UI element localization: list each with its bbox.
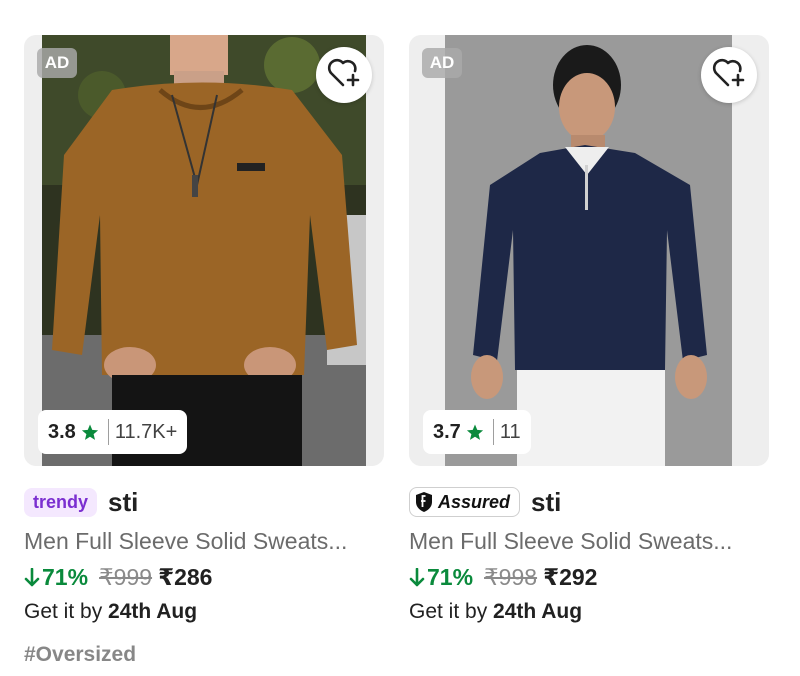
product-title[interactable]: Men Full Sleeve Solid Sweats... bbox=[409, 528, 769, 555]
star-icon bbox=[81, 423, 99, 441]
rating-badge: 3.8 11.7K+ bbox=[38, 410, 188, 454]
assured-label: Assured bbox=[438, 491, 511, 512]
original-price: ₹999 bbox=[99, 564, 153, 590]
star-icon bbox=[466, 423, 484, 441]
discount-percent: 71% bbox=[427, 564, 474, 590]
tag-row: trendy sti bbox=[24, 482, 138, 522]
delivery-info: Get it by 24th Aug bbox=[409, 600, 582, 624]
discount-percent: 71% bbox=[42, 564, 89, 590]
rating-count: 11.7K+ bbox=[114, 420, 178, 443]
down-arrow-icon bbox=[409, 567, 425, 588]
delivery-info: Get it by 24th Aug bbox=[24, 600, 197, 624]
product-title[interactable]: Men Full Sleeve Solid Sweats... bbox=[24, 528, 384, 555]
delivery-date: 24th Aug bbox=[108, 600, 198, 623]
product-card[interactable]: AD 3.8 11.7K+ trendy sti Men Full Sleeve… bbox=[24, 35, 384, 666]
rating-value: 3.8 bbox=[48, 420, 76, 443]
rating-divider bbox=[107, 419, 109, 445]
sale-price: ₹286 bbox=[158, 564, 213, 590]
delivery-prefix: Get it by bbox=[409, 600, 494, 623]
tag-row: Assured sti bbox=[409, 482, 561, 522]
rating-count: 11 bbox=[499, 420, 521, 443]
product-image[interactable] bbox=[445, 35, 732, 466]
wishlist-button[interactable] bbox=[316, 47, 372, 103]
brand-name[interactable]: sti bbox=[531, 487, 561, 518]
rating-divider bbox=[492, 419, 494, 445]
trendy-tag: trendy bbox=[24, 487, 98, 517]
assured-shield-icon bbox=[414, 491, 434, 513]
down-arrow-icon bbox=[24, 567, 40, 588]
assured-tag: Assured bbox=[409, 487, 521, 517]
product-image-frame[interactable]: AD 3.8 11.7K+ bbox=[24, 35, 384, 466]
original-price: ₹998 bbox=[484, 564, 538, 590]
delivery-prefix: Get it by bbox=[24, 600, 109, 623]
rating-value: 3.7 bbox=[433, 420, 461, 443]
heart-plus-icon bbox=[327, 58, 361, 93]
brand-name[interactable]: sti bbox=[108, 487, 138, 518]
product-image-frame[interactable]: AD 3.7 11 bbox=[409, 35, 769, 466]
ad-badge: AD bbox=[422, 48, 462, 78]
ad-badge: AD bbox=[37, 48, 77, 78]
rating-badge: 3.7 11 bbox=[423, 410, 531, 454]
product-image[interactable] bbox=[42, 35, 366, 466]
wishlist-button[interactable] bbox=[701, 47, 757, 103]
product-card[interactable]: AD 3.7 11 Assured sti Men Full Sleeve So… bbox=[409, 35, 769, 623]
price-row: 71% ₹999 ₹286 bbox=[24, 564, 212, 591]
heart-plus-icon bbox=[712, 58, 746, 93]
delivery-date: 24th Aug bbox=[493, 600, 583, 623]
hashtag-label[interactable]: #Oversized bbox=[24, 643, 136, 667]
price-row: 71% ₹998 ₹292 bbox=[409, 564, 597, 591]
sale-price: ₹292 bbox=[543, 564, 598, 590]
